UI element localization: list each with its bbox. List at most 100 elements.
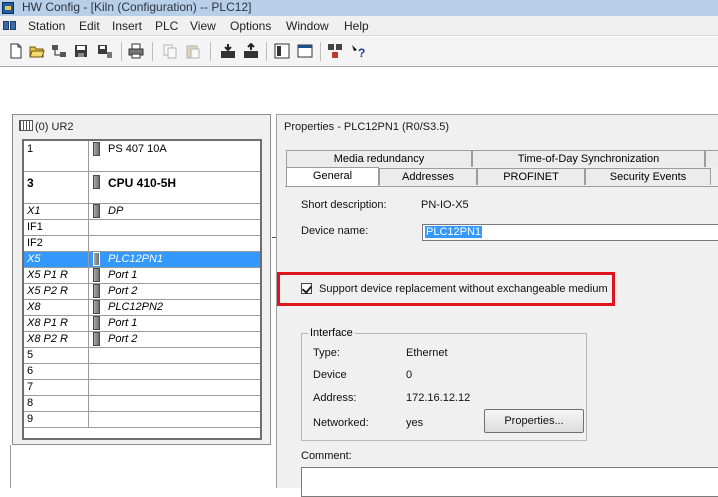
- address-label: Address:: [313, 392, 357, 404]
- table-row[interactable]: 3 CPU 410-5H: [24, 172, 260, 204]
- device-label: Device: [313, 369, 347, 381]
- slot-number: X5: [27, 253, 41, 265]
- copy-icon[interactable]: [162, 43, 178, 59]
- device-name-label: Device name:: [301, 225, 369, 237]
- window-icon[interactable]: [297, 43, 313, 59]
- properties-dialog: Properties - PLC12PN1 (R0/S3.5) Media re…: [276, 114, 718, 497]
- table-row-selected[interactable]: X5 PLC12PN1: [24, 252, 260, 268]
- table-row[interactable]: 6: [24, 364, 260, 380]
- table-row[interactable]: X5 P1 R Port 1: [24, 268, 260, 284]
- toolbar: ?: [0, 37, 718, 67]
- table-row[interactable]: X8 PLC12PN2: [24, 300, 260, 316]
- type-label: Type:: [313, 347, 340, 359]
- table-row[interactable]: 8: [24, 396, 260, 412]
- slot-number: IF2: [27, 237, 43, 249]
- divider: [10, 445, 11, 488]
- module-icon: [93, 204, 100, 218]
- upload-icon[interactable]: [243, 43, 259, 59]
- slot-number: 9: [27, 413, 34, 425]
- table-row[interactable]: X8 P1 R Port 1: [24, 316, 260, 332]
- tab-addresses[interactable]: Addresses: [379, 168, 477, 185]
- networked-value: yes: [406, 417, 424, 429]
- help-icon[interactable]: ?: [350, 43, 366, 59]
- print-icon[interactable]: [128, 43, 144, 59]
- menu-station[interactable]: Station: [28, 18, 65, 34]
- paste-icon[interactable]: [185, 43, 201, 59]
- table-row[interactable]: X1 DP: [24, 204, 260, 220]
- module-name: DP: [108, 205, 124, 217]
- menu-insert[interactable]: Insert: [112, 18, 142, 34]
- module-icon: [93, 175, 100, 189]
- table-row[interactable]: IF1: [24, 220, 260, 236]
- rack-title-label: (0) UR2: [35, 121, 74, 133]
- slot-number: 3: [27, 176, 34, 190]
- comment-label: Comment:: [301, 450, 352, 462]
- module-icon: [93, 300, 100, 314]
- tab-more[interactable]: [705, 150, 718, 167]
- open-icon[interactable]: [29, 43, 45, 59]
- tab-profinet[interactable]: PROFINET: [477, 168, 585, 185]
- type-value: Ethernet: [406, 347, 448, 359]
- table-row[interactable]: X8 P2 R Port 2: [24, 332, 260, 348]
- module-icon: [93, 268, 100, 282]
- catalog-icon[interactable]: [274, 43, 290, 59]
- slot-number: 6: [27, 365, 34, 377]
- menu-window[interactable]: Window: [286, 18, 329, 34]
- device-name-value: PLC12PN1: [425, 226, 483, 238]
- slot-table: 1 PS 407 10A 3 CPU 410-5H X1 DP IF1 IF2 …: [22, 139, 262, 440]
- slot-number: X8 P2 R: [27, 333, 68, 345]
- menu-bar: Station Edit Insert PLC View Options Win…: [0, 16, 718, 36]
- comment-field[interactable]: [301, 467, 718, 497]
- table-row[interactable]: 1 PS 407 10A: [24, 141, 260, 172]
- menu-options[interactable]: Options: [230, 18, 271, 34]
- document-icon[interactable]: [3, 18, 19, 32]
- svg-text:?: ?: [358, 46, 365, 59]
- table-row[interactable]: 9: [24, 412, 260, 428]
- tab-security-events[interactable]: Security Events: [585, 168, 711, 185]
- menu-plc[interactable]: PLC: [155, 18, 178, 34]
- tab-general[interactable]: General: [286, 167, 379, 186]
- nettpro-icon[interactable]: [327, 43, 343, 59]
- download-icon[interactable]: [220, 43, 236, 59]
- short-description-label: Short description:: [301, 199, 387, 211]
- slot-number: 1: [27, 143, 34, 155]
- rack-icon: [19, 120, 33, 131]
- slot-number: IF1: [27, 221, 43, 233]
- module-name: CPU 410-5H: [108, 176, 177, 190]
- module-icon: [93, 316, 100, 330]
- module-name: PLC12PN1: [108, 253, 164, 265]
- rack-window: (0) UR2 1 PS 407 10A 3 CPU 410-5H X1 DP …: [12, 114, 271, 445]
- support-replacement-checkbox[interactable]: [301, 283, 312, 294]
- module-icon: [93, 142, 100, 156]
- save-icon[interactable]: [73, 43, 89, 59]
- address-value: 172.16.12.12: [406, 392, 471, 404]
- tab-media-redundancy[interactable]: Media redundancy: [286, 150, 472, 167]
- slot-number: X1: [27, 205, 41, 217]
- network-icon[interactable]: [51, 43, 67, 59]
- table-row[interactable]: 5: [24, 348, 260, 364]
- interface-properties-button[interactable]: Properties...: [484, 409, 584, 433]
- window-title: HW Config - [Kiln (Configuration) -- PLC…: [22, 0, 252, 14]
- networked-label: Networked:: [313, 417, 369, 429]
- menu-edit[interactable]: Edit: [79, 18, 100, 34]
- table-row[interactable]: IF2: [24, 236, 260, 252]
- short-description-value: PN-IO-X5: [421, 199, 469, 211]
- table-row[interactable]: 7: [24, 380, 260, 396]
- module-icon: [93, 284, 100, 298]
- module-name: Port 1: [108, 317, 138, 329]
- module-name: Port 2: [108, 333, 138, 345]
- table-row[interactable]: X5 P2 R Port 2: [24, 284, 260, 300]
- module-icon: [93, 332, 100, 346]
- dialog-title-bar: Properties - PLC12PN1 (R0/S3.5): [277, 115, 718, 140]
- support-replacement-label[interactable]: Support device replacement without excha…: [319, 282, 608, 296]
- menu-view[interactable]: View: [190, 18, 216, 34]
- device-name-field[interactable]: PLC12PN1: [422, 224, 718, 241]
- title-bar: HW Config - [Kiln (Configuration) -- PLC…: [0, 0, 718, 16]
- module-name: Port 1: [108, 269, 138, 281]
- new-icon[interactable]: [8, 43, 24, 59]
- menu-help[interactable]: Help: [344, 18, 369, 34]
- tab-time-of-day-synchronization[interactable]: Time-of-Day Synchronization: [472, 150, 705, 167]
- save-compile-icon[interactable]: [97, 43, 113, 59]
- dialog-title: Properties - PLC12PN1 (R0/S3.5): [284, 121, 450, 133]
- app-icon: [2, 2, 14, 14]
